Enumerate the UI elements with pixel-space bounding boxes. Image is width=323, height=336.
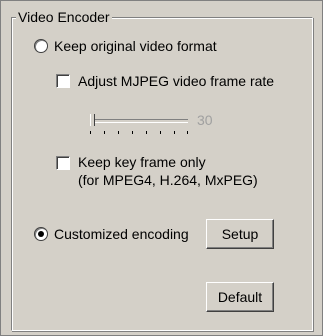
slider-tick [187,131,188,134]
adjust-mjpeg-checkbox[interactable] [56,74,70,88]
setup-button[interactable]: Setup [206,219,274,249]
keep-original-radio[interactable] [34,39,48,53]
frame-rate-slider[interactable] [90,114,190,136]
keep-original-label: Keep original video format [54,38,217,54]
frame-rate-slider-track [90,119,188,123]
slider-tick [146,131,147,134]
slider-tick [132,131,133,134]
frame-rate-value: 30 [197,112,213,128]
slider-tick [174,131,175,134]
group-title: Video Encoder [16,9,112,25]
keep-key-frame-sublabel: (for MPEG4, H.264, MxPEG) [78,172,258,188]
adjust-mjpeg-label: Adjust MJPEG video frame rate [78,73,275,89]
keep-key-frame-checkbox[interactable] [56,156,70,170]
keep-key-frame-label: Keep key frame only [78,154,206,170]
keep-original-option[interactable]: Keep original video format [34,37,217,55]
default-button[interactable]: Default [206,282,274,312]
slider-tick [160,131,161,134]
keep-key-frame-label-block: Keep key frame only (for MPEG4, H.264, M… [78,153,258,189]
customized-encoding-radio[interactable] [34,227,48,241]
frame-rate-slider-thumb[interactable] [90,114,95,126]
customized-encoding-label: Customized encoding [54,226,189,242]
slider-tick [90,131,91,134]
slider-tick [104,131,105,134]
keep-key-frame-option[interactable]: Keep key frame only (for MPEG4, H.264, M… [56,153,258,189]
slider-tick [118,131,119,134]
customized-encoding-option[interactable]: Customized encoding [34,225,189,243]
video-encoder-panel: Video Encoder Keep original video format… [0,0,323,336]
adjust-mjpeg-option[interactable]: Adjust MJPEG video frame rate [56,72,274,90]
